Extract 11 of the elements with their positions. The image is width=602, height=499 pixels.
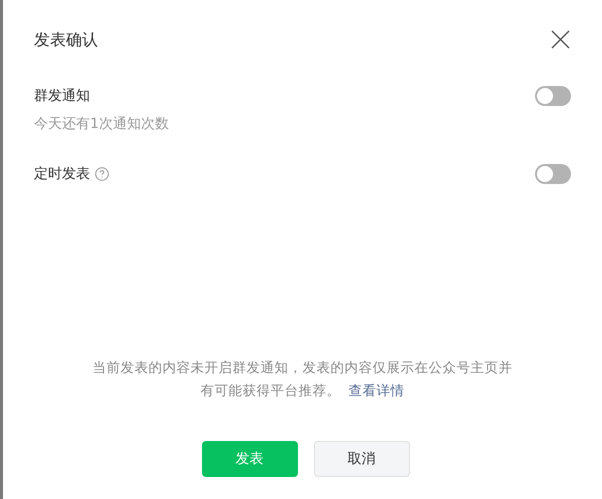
setting-label: 群发通知	[34, 87, 90, 106]
help-icon[interactable]	[95, 167, 109, 181]
setting-hint: 今天还有1次通知次数	[34, 115, 169, 134]
setting-label: 定时发表	[34, 165, 90, 184]
toggle-switch[interactable]	[535, 164, 571, 184]
cancel-button[interactable]: 取消	[314, 441, 410, 477]
details-link[interactable]: 查看详情	[348, 383, 405, 399]
notice-text: 当前发表的内容未开启群发通知，发表的内容仅展示在公众号主页并有可能获得平台推荐。 查看详情	[92, 359, 514, 401]
toggle-switch[interactable]	[535, 86, 571, 106]
close-icon[interactable]	[551, 30, 570, 49]
dialog-title: 发表确认	[34, 28, 98, 50]
